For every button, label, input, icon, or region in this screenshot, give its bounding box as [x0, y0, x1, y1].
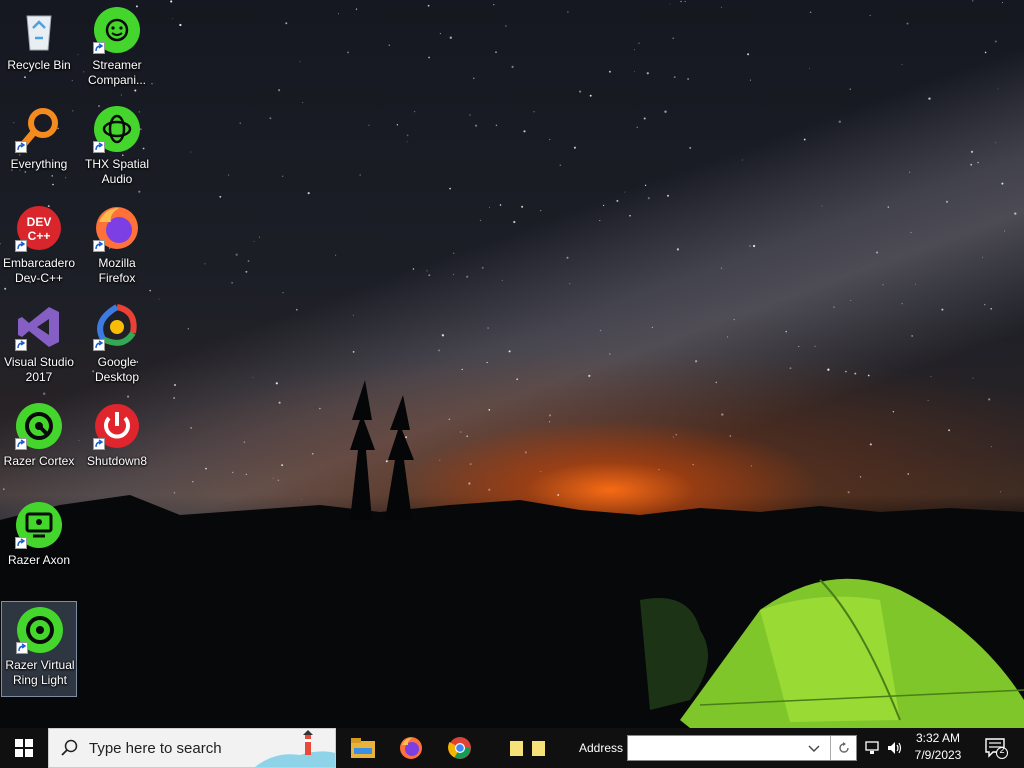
sticky-notes-button[interactable]	[505, 728, 551, 768]
desktop-icon-label: THX Spatial Audio	[84, 157, 150, 186]
desktop-icon-label: Razer Cortex	[3, 454, 75, 468]
svg-text:DEV: DEV	[27, 215, 52, 229]
desktop-icon-label: Mozilla Firefox	[98, 256, 136, 285]
desktop-icon-everything-search[interactable]: Everything	[1, 101, 77, 197]
network-icon	[865, 741, 879, 754]
desktop-icon-google-desktop[interactable]: Google Desktop	[79, 299, 155, 395]
file-explorer-icon	[351, 738, 375, 758]
action-center-button[interactable]: 2	[978, 728, 1014, 768]
shortcut-arrow-icon	[15, 537, 27, 549]
volume-icon	[888, 742, 902, 754]
shortcut-arrow-icon	[15, 141, 27, 153]
desktop-icon-label: Visual Studio 2017	[4, 355, 74, 384]
desktop-icon-recycle-bin[interactable]: Recycle Bin	[1, 2, 77, 98]
shortcut-arrow-icon	[93, 240, 105, 252]
address-input[interactable]	[627, 735, 857, 761]
firefox-icon	[400, 737, 422, 759]
clock-time: 3:32 AM	[915, 731, 961, 745]
firefox-taskbar-button[interactable]	[392, 728, 430, 768]
taskbar-clock[interactable]: 3:32 AM 7/9/2023	[912, 730, 964, 764]
notification-count: 2	[999, 745, 1005, 755]
shortcut-arrow-icon	[16, 642, 28, 654]
windows-logo-icon	[15, 739, 33, 757]
search-icon	[61, 739, 78, 756]
desktop-icon-streamer-companion[interactable]: Streamer Compani...	[79, 2, 155, 98]
shortcut-arrow-icon	[93, 438, 105, 450]
desktop-icon-label: Razer Axon	[7, 553, 71, 567]
address-toolbar-label: Address	[579, 741, 624, 755]
search-highlight-illustration	[255, 730, 335, 767]
refresh-icon[interactable]	[837, 741, 851, 755]
desktop-icon-razer-cortex[interactable]: Razer Cortex	[1, 398, 77, 494]
volume-tray-button[interactable]	[885, 728, 905, 768]
shortcut-arrow-icon	[15, 438, 27, 450]
search-placeholder: Type here to search	[89, 740, 222, 757]
desktop-icon-razer-axon[interactable]: Razer Axon	[1, 497, 77, 593]
sticky-notes-icon	[510, 741, 545, 756]
desktop-icon-label: Streamer Compani...	[87, 58, 147, 87]
start-button[interactable]	[0, 728, 48, 768]
svg-text:C++: C++	[28, 229, 51, 243]
desktop-icon-label: Recycle Bin	[7, 58, 71, 72]
address-divider	[830, 736, 831, 760]
desktop-icon-firefox[interactable]: Mozilla Firefox	[79, 200, 155, 296]
desktop-icon-label: Everything	[10, 157, 68, 171]
shortcut-arrow-icon	[93, 339, 105, 351]
desktop-icon-label: Google Desktop	[94, 355, 140, 384]
desktop-wallpaper: Recycle Bin Streamer Compani... Everything…	[0, 0, 1024, 728]
shortcut-arrow-icon	[15, 240, 27, 252]
chrome-taskbar-button[interactable]	[441, 728, 479, 768]
chrome-icon	[448, 737, 471, 759]
network-tray-button[interactable]	[862, 728, 882, 768]
desktop-icon-label: Razer Virtual Ring Light	[5, 658, 75, 687]
file-explorer-button[interactable]	[344, 728, 382, 768]
taskbar-search-box[interactable]: Type here to search	[48, 728, 336, 768]
clock-date: 7/9/2023	[914, 748, 962, 762]
desktop-icon-label: Shutdown8	[86, 454, 148, 468]
desktop-icon-thx-spatial-audio[interactable]: THX Spatial Audio	[79, 101, 155, 197]
desktop-icon-dev-cpp[interactable]: DEV C++ Embarcadero Dev-C++	[1, 200, 77, 296]
shortcut-arrow-icon	[15, 339, 27, 351]
desktop-icon-visual-studio[interactable]: Visual Studio 2017	[1, 299, 77, 395]
chevron-down-icon[interactable]	[808, 745, 820, 753]
desktop-icon-label: Embarcadero Dev-C++	[2, 256, 76, 285]
shortcut-arrow-icon	[93, 42, 105, 54]
shortcut-arrow-icon	[93, 141, 105, 153]
desktop-icon-shutdown[interactable]: Shutdown8	[79, 398, 155, 494]
recycle-bin-icon	[26, 15, 52, 51]
desktop-icon-razer-ring-light[interactable]: Razer Virtual Ring Light	[1, 601, 77, 697]
